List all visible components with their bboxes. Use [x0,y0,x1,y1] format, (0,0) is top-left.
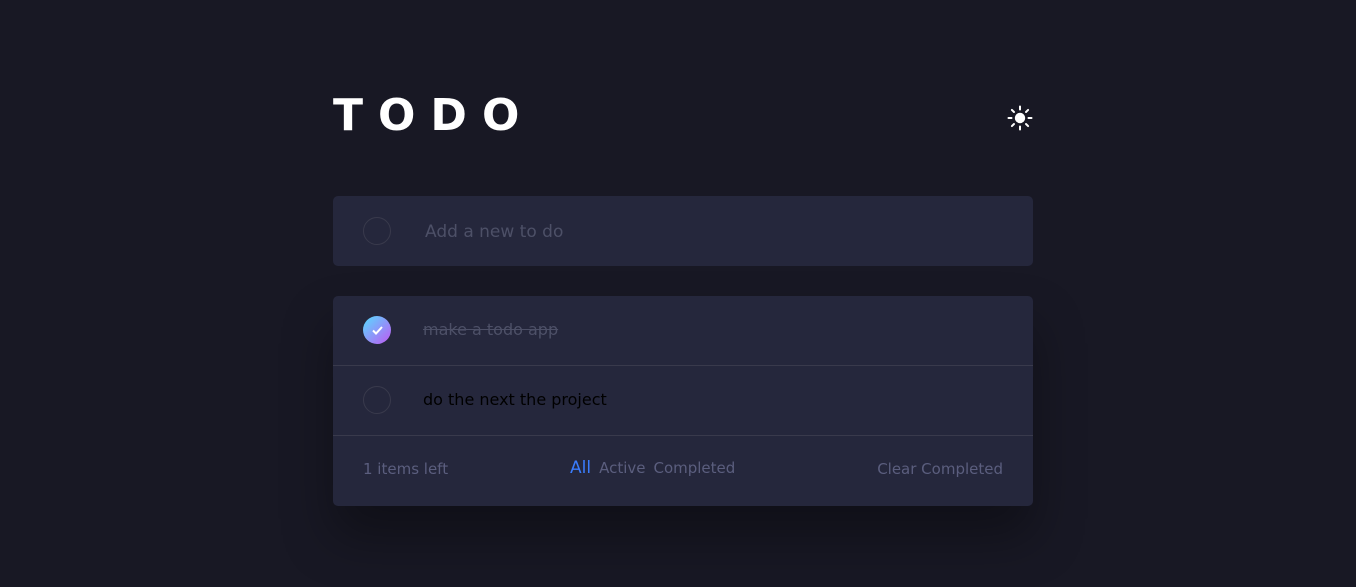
todo-item[interactable]: make a todo app [333,296,1033,366]
filter-group: All Active Completed [570,458,735,478]
filter-active[interactable]: Active [599,459,645,477]
new-todo-input[interactable] [423,216,987,248]
filter-all[interactable]: All [570,458,591,478]
new-todo-card [333,196,1033,266]
new-todo-checkbox[interactable] [363,217,391,245]
page-title: TODO [333,90,535,141]
todo-item[interactable]: do the next the project [333,366,1033,436]
list-footer: 1 items left All Active Completed Clear … [333,436,1033,506]
todo-checkbox[interactable] [363,386,391,414]
sun-icon[interactable] [1007,105,1033,131]
todo-checkbox-checked[interactable] [363,316,391,344]
check-icon [371,325,383,335]
todo-list: make a todo app do the next the project … [333,296,1033,506]
filter-completed[interactable]: Completed [653,459,735,477]
items-left-count: 1 items left [363,460,449,478]
header: TODO [333,88,1033,148]
todo-text: make a todo app [423,320,559,339]
todo-text: do the next the project [423,390,607,409]
clear-completed-button[interactable]: Clear Completed [877,460,1003,478]
